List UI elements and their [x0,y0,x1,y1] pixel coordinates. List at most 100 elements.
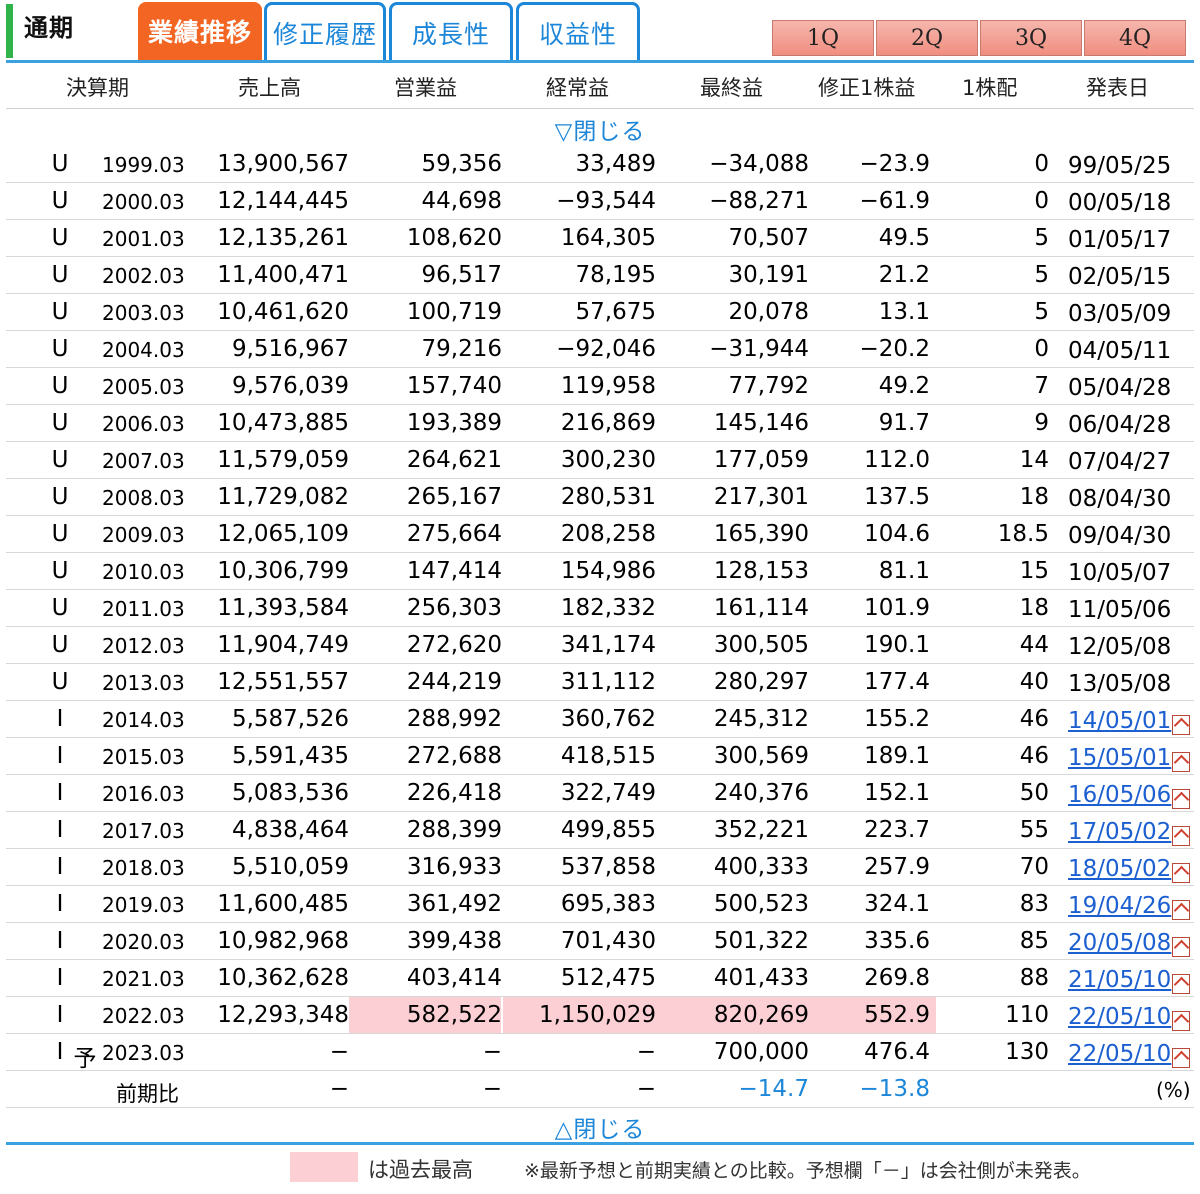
tab-revision-history[interactable]: 修正履歴 [264,2,386,60]
eps-value: 155.2 [864,706,930,732]
table-row: I 2016.03 5,083,536 226,418 322,749 240,376 15… [6,775,1194,812]
quarter-button-2q[interactable]: 2Q [876,20,978,56]
pdf-icon[interactable] [1172,937,1191,957]
sales-value: 12,551,557 [217,669,349,695]
announce-date-link[interactable]: 18/05/02 [1068,856,1171,882]
collapse-toggle-bottom[interactable]: △閉じる [0,1110,1200,1144]
ordinary-profit-value: 208,258 [560,521,656,547]
col-net-profit: 最終益 [700,76,763,100]
net-profit-value: 280,297 [713,669,809,695]
operating-profit-value: 582,522 [406,1002,502,1028]
fiscal-period: 2011.03 [102,597,185,621]
table-row: I 2015.03 5,591,435 272,688 418,515 300,569 18… [6,738,1194,775]
pdf-icon[interactable] [1172,826,1191,846]
operating-profit-value: 59,356 [421,151,502,177]
table-bottom-line [6,1142,1194,1145]
operating-profit-value: 44,698 [421,188,502,214]
quarter-button-4q[interactable]: 4Q [1084,20,1186,56]
announce-date[interactable]: 17/05/02 [1068,819,1191,846]
ordinary-profit-value: −92,046 [556,336,656,362]
eps-value: 177.4 [864,669,930,695]
period-label: 通期 [24,14,74,42]
sales-value: 10,362,628 [217,965,349,991]
pdf-icon[interactable] [1172,789,1191,809]
announce-date[interactable]: 22/05/10 [1068,1004,1191,1031]
accounting-standard: I [56,780,64,806]
announce-date-link[interactable]: 22/05/10 [1068,1004,1171,1030]
table-row: I 2014.03 5,587,526 288,992 360,762 245,312 15… [6,701,1194,738]
sales-value: 10,473,885 [217,410,349,436]
announce-date-link[interactable]: 16/05/06 [1068,782,1171,808]
legend-swatch [290,1152,358,1182]
footnote: ※最新予想と前期実績との比較。予想欄「－」は会社側が未発表。 [524,1160,1091,1182]
comparison-label: 前期比 [116,1082,179,1106]
col-sales: 売上高 [238,76,301,100]
table-row: U 2007.03 11,579,059 264,621 300,230 177,059 1… [6,442,1194,479]
pdf-icon[interactable] [1172,752,1191,772]
accounting-standard: U [51,447,69,473]
eps-value: 189.1 [864,743,930,769]
tab-growth[interactable]: 成長性 [389,2,513,60]
announce-date[interactable]: 14/05/01 [1068,708,1191,735]
announce-date: 10/05/07 [1068,560,1188,586]
collapse-toggle-top[interactable]: ▽閉じる [0,112,1200,146]
sales-value: 9,576,039 [231,373,349,399]
col-period: 決算期 [66,76,129,100]
announce-date[interactable]: 15/05/01 [1068,745,1191,772]
announce-date[interactable]: 16/05/06 [1068,782,1191,809]
announce-date-link[interactable]: 21/05/10 [1068,967,1171,993]
sales-value: 5,510,059 [231,854,349,880]
pdf-icon[interactable] [1172,715,1191,735]
pdf-icon[interactable] [1172,1048,1191,1068]
announce-date[interactable]: 19/04/26 [1068,893,1191,920]
dividend-value: 85 [1019,928,1049,954]
pdf-icon[interactable] [1172,1011,1191,1031]
table-row: I 2018.03 5,510,059 316,933 537,858 400,333 25… [6,849,1194,886]
operating-profit-value: 361,492 [406,891,502,917]
pdf-icon[interactable] [1172,900,1191,920]
dividend-value: 110 [1005,1002,1049,1028]
tab-profitability[interactable]: 収益性 [516,2,640,60]
announce-date-text: 04/05/11 [1068,338,1172,364]
tab-underline [6,60,1194,63]
tab-performance-trend[interactable]: 業績推移 [138,2,262,60]
announce-date-link[interactable]: 19/04/26 [1068,893,1171,919]
dividend-value: 55 [1019,817,1049,843]
net-profit-value: 820,269 [713,1002,809,1028]
dividend-value: 15 [1019,558,1049,584]
announce-date-link[interactable]: 14/05/01 [1068,708,1171,734]
fiscal-period: 2016.03 [102,782,185,806]
ordinary-profit-value: 216,869 [560,410,656,436]
operating-profit-value: 244,219 [406,669,502,695]
eps-value: 49.2 [878,373,930,399]
net-profit-value: −88,271 [709,188,809,214]
pdf-icon[interactable] [1172,974,1191,994]
ordinary-profit-value: 154,986 [560,558,656,584]
announce-date-text: 08/04/30 [1068,486,1172,512]
fiscal-period: 2021.03 [102,967,185,991]
accounting-standard: U [51,373,69,399]
net-profit-value: 145,146 [713,410,809,436]
comparison-net: −14.7 [738,1076,809,1102]
sales-value: 12,135,261 [217,225,349,251]
announce-date: 12/05/08 [1068,634,1188,660]
quarter-button-3q[interactable]: 3Q [980,20,1082,56]
pdf-icon[interactable] [1172,863,1191,883]
announce-date-link[interactable]: 17/05/02 [1068,819,1171,845]
operating-profit-value: 79,216 [421,336,502,362]
eps-value: 152.1 [864,780,930,806]
announce-date-link[interactable]: 15/05/01 [1068,745,1171,771]
quarter-button-1q[interactable]: 1Q [772,20,874,56]
announce-date-link[interactable]: 20/05/08 [1068,930,1171,956]
operating-profit-value: 399,438 [406,928,502,954]
operating-profit-value: 264,621 [406,447,502,473]
net-profit-value: 177,059 [713,447,809,473]
fiscal-period: 2003.03 [102,301,185,325]
announce-date[interactable]: 22/05/10 [1068,1041,1191,1068]
net-profit-value: 245,312 [713,706,809,732]
announce-date-link[interactable]: 22/05/10 [1068,1041,1171,1067]
accounting-standard: U [51,262,69,288]
announce-date[interactable]: 21/05/10 [1068,967,1191,994]
announce-date[interactable]: 20/05/08 [1068,930,1191,957]
announce-date[interactable]: 18/05/02 [1068,856,1191,883]
